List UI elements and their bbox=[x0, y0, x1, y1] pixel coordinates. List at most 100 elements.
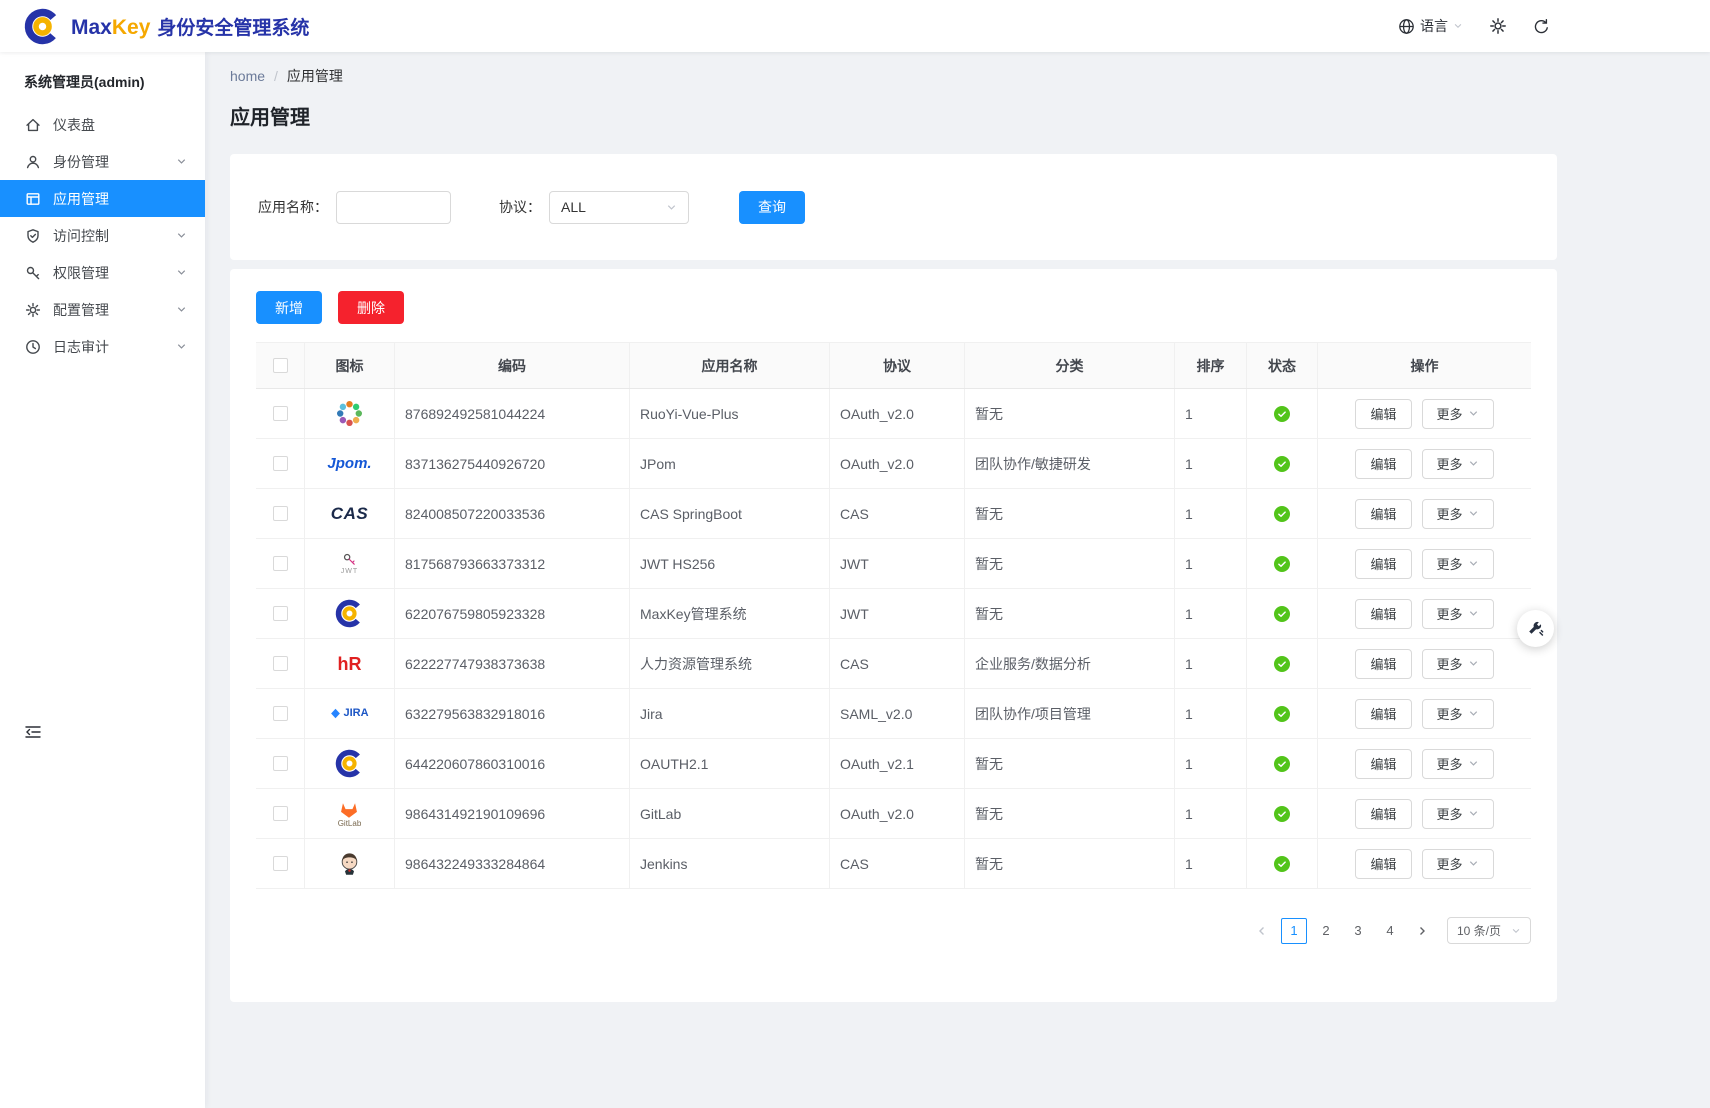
row-checkbox[interactable] bbox=[273, 806, 288, 821]
dashboard-icon bbox=[24, 116, 41, 133]
more-button[interactable]: 更多 bbox=[1422, 849, 1494, 879]
sidebar-item-label: 应用管理 bbox=[53, 192, 109, 206]
edit-button[interactable]: 编辑 bbox=[1355, 399, 1411, 429]
identity-icon bbox=[24, 153, 41, 170]
page-button-3[interactable]: 3 bbox=[1345, 918, 1371, 944]
col-header-icon: 图标 bbox=[305, 343, 395, 388]
app-code: 632279563832918016 bbox=[395, 689, 630, 738]
edit-button[interactable]: 编辑 bbox=[1355, 749, 1411, 779]
body-row: 系统管理员(admin) 仪表盘身份管理应用管理访问控制权限管理配置管理日志审计… bbox=[0, 52, 1710, 1108]
app-sort: 1 bbox=[1175, 489, 1247, 538]
table-panel: 新增 删除 图标 编码 应用名称 协议 分类 排序 状态 操作 bbox=[230, 269, 1557, 1002]
edit-button[interactable]: 编辑 bbox=[1355, 499, 1411, 529]
chevron-down-icon bbox=[1468, 558, 1479, 569]
search-button[interactable]: 查询 bbox=[739, 191, 805, 224]
row-checkbox[interactable] bbox=[273, 456, 288, 471]
status-active-icon bbox=[1274, 606, 1290, 622]
protocol-selected-value: ALL bbox=[561, 199, 586, 215]
page-button-2[interactable]: 2 bbox=[1313, 918, 1339, 944]
table-row: 622076759805923328MaxKey管理系统JWT暂无1编辑更多 bbox=[256, 589, 1531, 639]
theme-settings-button[interactable] bbox=[1517, 610, 1554, 647]
row-checkbox[interactable] bbox=[273, 506, 288, 521]
app-name-input[interactable] bbox=[336, 191, 451, 224]
app-name-label: 应用名称： bbox=[258, 197, 328, 217]
sidebar-item-label: 仪表盘 bbox=[53, 118, 95, 132]
brand-key: Key bbox=[112, 16, 151, 39]
edit-button[interactable]: 编辑 bbox=[1355, 599, 1411, 629]
page-button-4[interactable]: 4 bbox=[1377, 918, 1403, 944]
app-code: 644220607860310016 bbox=[395, 739, 630, 788]
audit-icon bbox=[24, 338, 41, 355]
sidebar-item-audit[interactable]: 日志审计 bbox=[0, 328, 205, 365]
app-category: 暂无 bbox=[965, 389, 1175, 438]
row-checkbox[interactable] bbox=[273, 406, 288, 421]
app-icon-ruoyi bbox=[327, 393, 373, 435]
sidebar-item-identity[interactable]: 身份管理 bbox=[0, 143, 205, 180]
chevron-down-icon bbox=[1453, 21, 1463, 31]
chevron-down-icon bbox=[1468, 658, 1479, 669]
sidebar-item-config[interactable]: 配置管理 bbox=[0, 291, 205, 328]
chevron-down-icon bbox=[176, 230, 187, 241]
more-button[interactable]: 更多 bbox=[1422, 499, 1494, 529]
sidebar-item-dashboard[interactable]: 仪表盘 bbox=[0, 106, 205, 143]
sidebar-item-access[interactable]: 访问控制 bbox=[0, 217, 205, 254]
edit-button[interactable]: 编辑 bbox=[1355, 799, 1411, 829]
sidebar-item-label: 访问控制 bbox=[53, 229, 109, 243]
sidebar-item-permission[interactable]: 权限管理 bbox=[0, 254, 205, 291]
page-button-1[interactable]: 1 bbox=[1281, 918, 1307, 944]
sidebar-item-app[interactable]: 应用管理 bbox=[0, 180, 205, 217]
gear-icon[interactable] bbox=[1489, 17, 1507, 35]
chevron-down-icon bbox=[1468, 708, 1479, 719]
prev-page-button[interactable] bbox=[1249, 918, 1275, 944]
edit-button[interactable]: 编辑 bbox=[1355, 549, 1411, 579]
brand[interactable]: MaxKey身份安全管理系统 bbox=[22, 6, 309, 47]
table-row: 986432249333284864JenkinsCAS暂无1编辑更多 bbox=[256, 839, 1531, 889]
row-checkbox[interactable] bbox=[273, 756, 288, 771]
main-content: home / 应用管理 应用管理 应用名称： 协议： ALL 查询 bbox=[205, 52, 1710, 1108]
row-checkbox[interactable] bbox=[273, 556, 288, 571]
app-code: 622227747938373638 bbox=[395, 639, 630, 688]
select-all-checkbox[interactable] bbox=[273, 358, 288, 373]
app-category: 团队协作/项目管理 bbox=[965, 689, 1175, 738]
delete-button[interactable]: 删除 bbox=[338, 291, 404, 324]
app-protocol: SAML_v2.0 bbox=[830, 689, 965, 738]
page-size-select[interactable]: 10 条/页 bbox=[1447, 917, 1531, 944]
edit-button[interactable]: 编辑 bbox=[1355, 449, 1411, 479]
app-category: 暂无 bbox=[965, 839, 1175, 888]
logout-icon[interactable] bbox=[1533, 18, 1550, 35]
row-checkbox[interactable] bbox=[273, 606, 288, 621]
app-code: 986431492190109696 bbox=[395, 789, 630, 838]
edit-button[interactable]: 编辑 bbox=[1355, 849, 1411, 879]
app-category: 暂无 bbox=[965, 589, 1175, 638]
col-header-code: 编码 bbox=[395, 343, 630, 388]
edit-button[interactable]: 编辑 bbox=[1355, 649, 1411, 679]
sidebar-item-label: 配置管理 bbox=[53, 303, 109, 317]
more-button[interactable]: 更多 bbox=[1422, 399, 1494, 429]
next-page-button[interactable] bbox=[1409, 918, 1435, 944]
filter-panel: 应用名称： 协议： ALL 查询 bbox=[230, 154, 1557, 260]
more-button[interactable]: 更多 bbox=[1422, 449, 1494, 479]
more-button[interactable]: 更多 bbox=[1422, 799, 1494, 829]
table-row: GitLab986431492190109696GitLabOAuth_v2.0… bbox=[256, 789, 1531, 839]
more-button[interactable]: 更多 bbox=[1422, 699, 1494, 729]
more-button[interactable]: 更多 bbox=[1422, 599, 1494, 629]
add-button[interactable]: 新增 bbox=[256, 291, 322, 324]
chevron-down-icon bbox=[176, 304, 187, 315]
row-checkbox[interactable] bbox=[273, 856, 288, 871]
edit-button[interactable]: 编辑 bbox=[1355, 699, 1411, 729]
app-protocol: CAS bbox=[830, 839, 965, 888]
app-protocol: OAuth_v2.1 bbox=[830, 739, 965, 788]
row-checkbox[interactable] bbox=[273, 656, 288, 671]
more-button[interactable]: 更多 bbox=[1422, 749, 1494, 779]
collapse-sidebar-button[interactable] bbox=[24, 724, 42, 740]
app-icon-hr: hR bbox=[327, 643, 373, 685]
more-button[interactable]: 更多 bbox=[1422, 549, 1494, 579]
app-category: 团队协作/敏捷研发 bbox=[965, 439, 1175, 488]
sidebar-menu: 仪表盘身份管理应用管理访问控制权限管理配置管理日志审计 bbox=[0, 106, 205, 365]
breadcrumb-home-link[interactable]: home bbox=[230, 68, 265, 84]
protocol-select[interactable]: ALL bbox=[549, 191, 689, 224]
chevron-down-icon bbox=[176, 156, 187, 167]
row-checkbox[interactable] bbox=[273, 706, 288, 721]
language-menu[interactable]: 语言 bbox=[1398, 16, 1463, 36]
more-button[interactable]: 更多 bbox=[1422, 649, 1494, 679]
